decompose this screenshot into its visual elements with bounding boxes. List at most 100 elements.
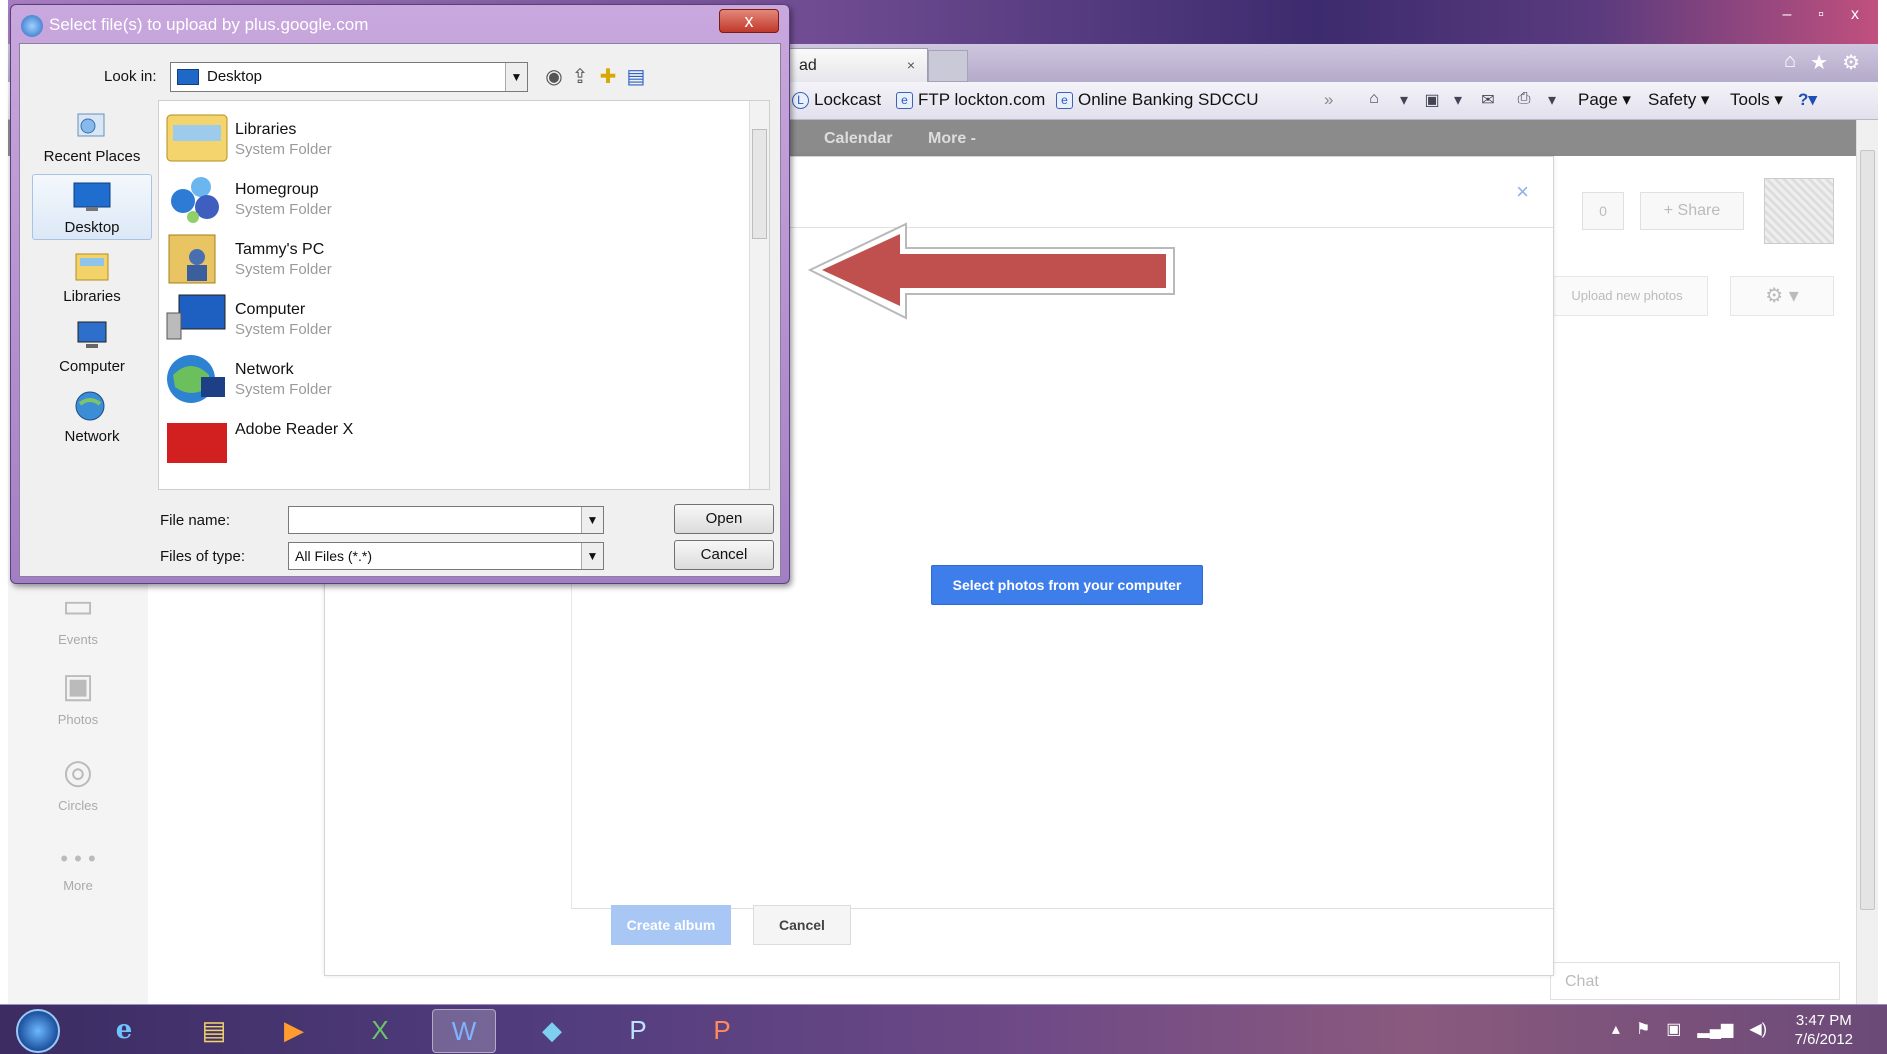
chevron-down-icon[interactable]: ▼: [505, 63, 527, 91]
file-type-select[interactable]: All Files (*.*) ▼: [288, 542, 604, 570]
help-menu[interactable]: ?▾: [1798, 90, 1817, 110]
place-desktop[interactable]: Desktop: [32, 174, 152, 240]
settings-gear-button[interactable]: ⚙ ▾: [1730, 276, 1834, 316]
place-computer[interactable]: Computer: [32, 318, 152, 375]
place-recent-places[interactable]: Recent Places: [32, 108, 152, 165]
network-icon: [167, 355, 225, 403]
avatar[interactable]: [1764, 178, 1834, 244]
file-list-scrollbar[interactable]: [749, 101, 769, 489]
place-libraries[interactable]: Libraries: [32, 248, 152, 305]
minimize-button[interactable]: –: [1770, 4, 1804, 28]
libraries-icon: [75, 253, 109, 281]
tab-close-icon[interactable]: ×: [907, 57, 915, 73]
tab-label: ad: [799, 57, 817, 74]
share-button[interactable]: + Share: [1640, 192, 1744, 230]
safety-menu[interactable]: Safety ▾: [1648, 90, 1709, 110]
list-item[interactable]: Homegroup System Folder: [165, 167, 725, 227]
home-icon[interactable]: ⌂: [1784, 50, 1796, 75]
tray-expand-icon[interactable]: ▴: [1612, 1019, 1620, 1039]
excel-icon[interactable]: X: [348, 1009, 412, 1053]
chat-label: Chat: [1565, 973, 1599, 990]
recent-places-icon: [77, 113, 105, 137]
left-nav-more[interactable]: • • • More: [8, 846, 148, 893]
word-icon[interactable]: W: [432, 1009, 496, 1053]
page-scrollbar[interactable]: [1856, 120, 1878, 1004]
open-button[interactable]: Open: [674, 504, 774, 534]
start-button[interactable]: [16, 1009, 60, 1053]
signal-icon[interactable]: ▂▄▆: [1697, 1019, 1733, 1039]
taskbar: e ▤ ▶ X W ◆ P P ▴ ⚑ ▣ ▂▄▆ ◀) 3:47 PM 7/6…: [0, 1004, 1887, 1054]
list-item[interactable]: Network System Folder: [165, 347, 725, 407]
flag-icon[interactable]: ⚑: [1636, 1019, 1650, 1039]
modal-cancel-button[interactable]: Cancel: [753, 905, 851, 945]
print-icon[interactable]: ⎙: [1514, 90, 1534, 110]
network-icon[interactable]: ▣: [1666, 1019, 1681, 1039]
gear-icon[interactable]: ⚙: [1842, 50, 1860, 75]
new-tab-button[interactable]: [928, 50, 968, 82]
count-badge[interactable]: 0: [1582, 192, 1624, 230]
nav-more[interactable]: More -: [928, 130, 976, 148]
dropdown-icon[interactable]: ▾: [1542, 90, 1562, 110]
favorite-online-banking[interactable]: e Online Banking SDCCU: [1056, 90, 1258, 110]
ie-icon[interactable]: e: [92, 1009, 156, 1053]
chat-panel[interactable]: Chat: [1550, 962, 1840, 1000]
dialog-cancel-button[interactable]: Cancel: [674, 540, 774, 570]
volume-icon[interactable]: ◀): [1749, 1019, 1767, 1039]
star-icon[interactable]: ★: [1810, 50, 1828, 75]
chevron-down-icon[interactable]: ▼: [581, 507, 603, 533]
maximize-button[interactable]: ▫: [1804, 4, 1838, 28]
left-nav-circles[interactable]: ◎ Circles: [8, 752, 148, 813]
places-bar: Recent Places Desktop Libraries Computer…: [32, 104, 152, 504]
create-album-button[interactable]: Create album: [611, 905, 731, 945]
new-folder-icon[interactable]: ✚: [596, 64, 620, 88]
upload-new-photos-button[interactable]: Upload new photos: [1546, 276, 1708, 316]
clock[interactable]: 3:47 PM 7/6/2012: [1795, 1011, 1853, 1049]
tools-menu[interactable]: Tools ▾: [1730, 90, 1783, 110]
powerpoint-icon[interactable]: P: [690, 1009, 754, 1053]
back-icon[interactable]: ◉: [542, 64, 566, 88]
up-folder-icon[interactable]: ⇪: [568, 64, 592, 88]
favorite-ftp[interactable]: e FTP lockton.com: [896, 90, 1045, 110]
windows-live-icon[interactable]: ◆: [520, 1009, 584, 1053]
list-item[interactable]: Computer System Folder: [165, 287, 725, 347]
list-item[interactable]: Tammy's PC System Folder: [165, 227, 725, 287]
computer-icon: [77, 321, 107, 348]
media-player-icon[interactable]: ▶: [262, 1009, 326, 1053]
favorite-lockcast[interactable]: L Lockcast: [792, 90, 881, 110]
feeds-icon[interactable]: ⌂: [1364, 90, 1384, 110]
page-scrollbar-thumb[interactable]: [1860, 150, 1875, 910]
list-item[interactable]: Adobe Reader X: [165, 407, 725, 467]
lockcast-icon: L: [792, 91, 809, 109]
dialog-title: Select file(s) to upload by plus.google.…: [49, 15, 369, 34]
circles-icon: ◎: [63, 753, 93, 791]
read-mail-icon[interactable]: ▣: [1422, 90, 1442, 110]
look-in-combo[interactable]: Desktop ▼: [170, 62, 528, 92]
network-icon: [75, 391, 105, 421]
left-nav-events[interactable]: ▭ Events: [8, 586, 148, 647]
left-nav-photos[interactable]: ▣ Photos: [8, 666, 148, 727]
dropdown-icon[interactable]: ▾: [1448, 90, 1468, 110]
modal-close-icon[interactable]: ×: [1516, 179, 1529, 205]
chevron-down-icon[interactable]: ▼: [581, 543, 603, 569]
page-menu[interactable]: Page ▾: [1578, 90, 1631, 110]
browser-nav-icons: ⌂ ★ ⚙: [1784, 50, 1860, 75]
select-photos-button[interactable]: Select photos from your computer: [931, 565, 1203, 605]
clock-date: 7/6/2012: [1794, 1031, 1853, 1048]
system-tray: ▴ ⚑ ▣ ▂▄▆ ◀): [1612, 1019, 1767, 1039]
look-in-label: Look in:: [104, 68, 157, 85]
dropdown-icon[interactable]: ▾: [1394, 90, 1414, 110]
tab-current[interactable]: ad ×: [788, 48, 928, 82]
file-name-input[interactable]: ▼: [288, 506, 604, 534]
dialog-close-button[interactable]: x: [719, 9, 779, 33]
publisher-icon[interactable]: P: [606, 1009, 670, 1053]
nav-calendar[interactable]: Calendar: [824, 130, 892, 148]
explorer-icon[interactable]: ▤: [182, 1009, 246, 1053]
close-window-button[interactable]: x: [1838, 4, 1872, 28]
file-list-scrollbar-thumb[interactable]: [752, 129, 767, 239]
view-menu-icon[interactable]: ▤: [624, 64, 648, 88]
mail-icon[interactable]: ✉: [1478, 90, 1498, 110]
favorites-overflow[interactable]: »: [1324, 90, 1333, 110]
place-network[interactable]: Network: [32, 388, 152, 445]
list-item[interactable]: Libraries System Folder: [165, 107, 725, 167]
file-list[interactable]: Libraries System Folder Homegroup System…: [158, 100, 770, 490]
